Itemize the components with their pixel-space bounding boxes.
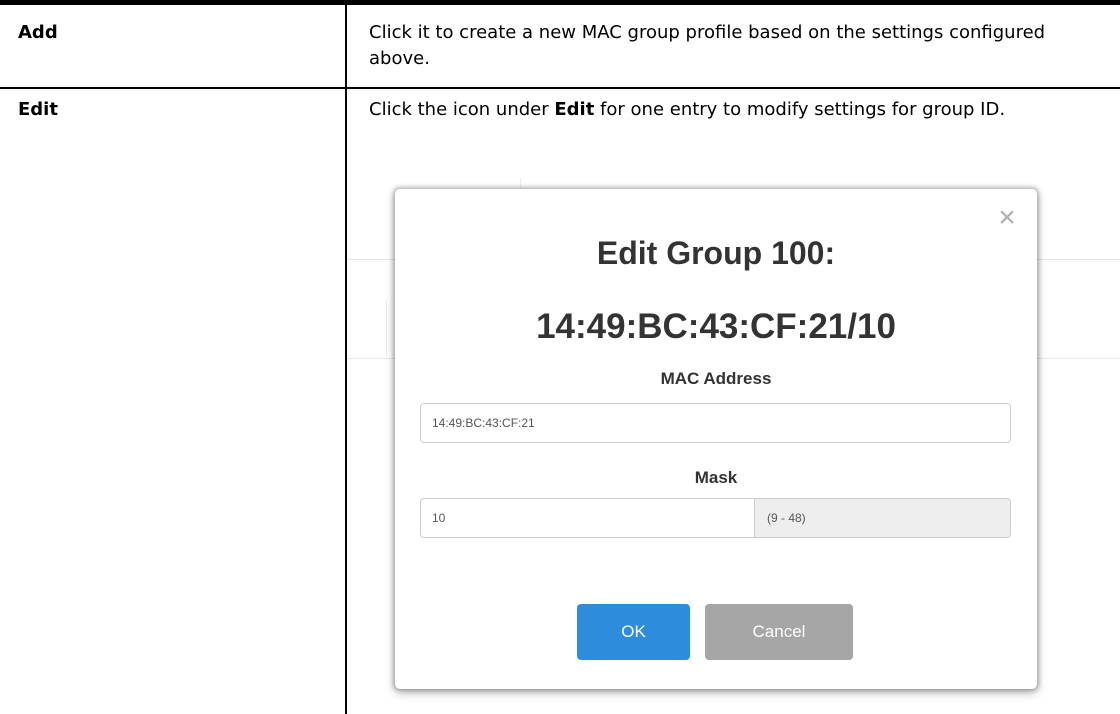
table-top-rule [0, 0, 1120, 5]
mac-address-input[interactable]: 14:49:BC:43:CF:21 [420, 403, 1011, 443]
background-divider [1037, 259, 1120, 260]
mask-input[interactable]: 10 [420, 498, 755, 538]
row-separator [0, 87, 1120, 89]
background-divider [347, 259, 397, 260]
background-divider [347, 358, 397, 359]
dialog-title: Edit Group 100: [596, 235, 836, 271]
description-add: Click it to create a new MAC group profi… [369, 22, 1046, 69]
background-divider [1037, 358, 1120, 359]
description-edit-text-1: Click the icon under [369, 99, 555, 120]
mask-label: Mask [694, 468, 738, 487]
description-edit-bold: Edit [554, 99, 595, 120]
close-icon[interactable]: × [995, 203, 1019, 233]
mask-range-addon: (9 - 48) [754, 498, 1011, 538]
edit-group-dialog: × Edit Group 100: 14:49:BC:43:CF:21/10 M… [395, 189, 1037, 689]
cancel-button[interactable]: Cancel [705, 604, 853, 660]
document-table: Add Click it to create a new MAC group p… [0, 0, 1120, 714]
term-add: Add [18, 22, 58, 43]
description-edit: Click the icon under Edit for one entry … [369, 97, 1089, 123]
background-divider [386, 300, 387, 358]
column-separator [345, 5, 347, 714]
mask-input-group: 10 (9 - 48) [420, 498, 1011, 538]
dialog-subtitle: 14:49:BC:43:CF:21/10 [536, 307, 896, 346]
mac-address-label: MAC Address [660, 369, 772, 388]
description-edit-text-2: for one entry to modify settings for gro… [594, 99, 1006, 120]
ok-button[interactable]: OK [577, 604, 690, 660]
term-edit: Edit [18, 99, 58, 120]
